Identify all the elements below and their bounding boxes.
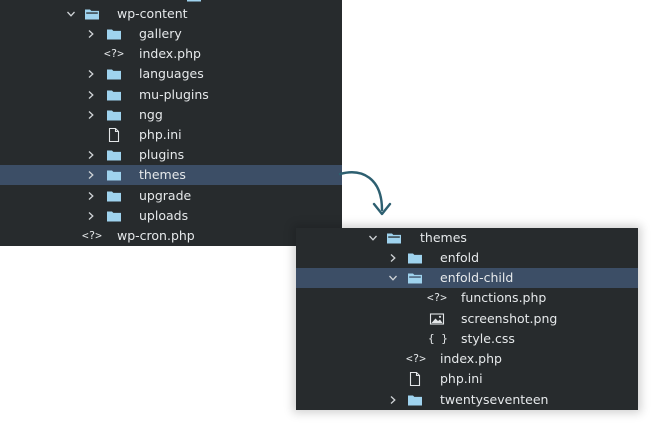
braces-file-icon: { } — [428, 332, 448, 345]
detail-label-screenshot-png: screenshot.png — [461, 311, 558, 326]
tree-row-index-php[interactable]: <?> index.php — [0, 44, 342, 64]
detail-label-enfold-child: enfold-child — [440, 270, 514, 285]
detail-row-functions-php[interactable]: <?> functions.php — [296, 288, 638, 308]
chevron-right-icon[interactable] — [86, 29, 96, 39]
detail-label-style-css: style.css — [461, 331, 515, 346]
detail-row-style-css[interactable]: { } style.css — [296, 329, 638, 349]
tree-label-upgrade: upgrade — [139, 188, 192, 203]
chevron-down-icon[interactable] — [368, 233, 378, 243]
curved-arrow-icon — [338, 171, 392, 216]
detail-row-php-ini[interactable]: php.ini — [296, 369, 638, 389]
tree-label-php-ini: php.ini — [139, 127, 182, 142]
folder-open-icon — [407, 270, 423, 286]
tree-row-upgrade[interactable]: upgrade — [0, 186, 342, 206]
chevron-right-icon[interactable] — [86, 170, 96, 180]
folder-icon — [106, 188, 122, 204]
tree-row-wp-content[interactable]: wp-content — [0, 4, 342, 24]
chevron-right-icon[interactable] — [86, 69, 96, 79]
tree-label-plugins: plugins — [139, 147, 185, 162]
file-tree-panel: wp-content gallery <?> index.php languag… — [0, 0, 342, 246]
chevron-right-icon[interactable] — [86, 150, 96, 160]
screenshot-stage: wp-content gallery <?> index.php languag… — [0, 0, 657, 430]
detail-label-functions-php: functions.php — [461, 290, 547, 305]
tree-row-languages[interactable]: languages — [0, 64, 342, 84]
code-file-icon: <?> — [104, 47, 124, 60]
detail-row-themes[interactable]: themes — [296, 228, 638, 248]
detail-label-themes: themes — [420, 230, 467, 245]
tree-label-ngg: ngg — [139, 107, 163, 122]
folder-icon — [106, 66, 122, 82]
chevron-right-icon[interactable] — [86, 211, 96, 221]
code-file-icon: <?> — [427, 291, 447, 304]
folder-open-icon — [386, 230, 402, 246]
file-icon — [106, 127, 122, 143]
file-icon — [407, 371, 423, 387]
image-file-icon — [429, 311, 445, 327]
tree-row-plugins[interactable]: plugins — [0, 145, 342, 165]
tree-label-wp-cron-php: wp-cron.php — [117, 228, 195, 243]
chevron-down-icon[interactable] — [66, 9, 76, 19]
folder-icon — [106, 26, 122, 42]
tree-label-wp-content: wp-content — [117, 6, 188, 21]
folder-icon — [106, 87, 122, 103]
chevron-right-icon[interactable] — [388, 253, 398, 263]
folder-icon — [106, 208, 122, 224]
tree-row-wp-cron-php[interactable]: <?> wp-cron.php — [0, 226, 342, 246]
chevron-right-icon[interactable] — [86, 90, 96, 100]
detail-label-twentyseventeen: twentyseventeen — [440, 392, 549, 407]
detail-label-index-php: index.php — [440, 351, 502, 366]
chevron-right-icon[interactable] — [86, 110, 96, 120]
themes-detail-panel: themes enfold enfold-child <?> functions… — [296, 228, 638, 410]
tree-row-php-ini[interactable]: php.ini — [0, 125, 342, 145]
tree-label-uploads: uploads — [139, 208, 189, 223]
detail-row-twentyseventeen[interactable]: twentyseventeen — [296, 390, 638, 410]
tree-label-gallery: gallery — [139, 26, 182, 41]
tree-row-ngg[interactable]: ngg — [0, 105, 342, 125]
chevron-right-icon[interactable] — [388, 395, 398, 405]
detail-row-index-php[interactable]: <?> index.php — [296, 349, 638, 369]
folder-icon — [407, 392, 423, 408]
folder-icon — [106, 147, 122, 163]
detail-label-enfold: enfold — [440, 250, 480, 265]
tree-label-mu-plugins: mu-plugins — [139, 87, 209, 102]
code-file-icon: <?> — [82, 229, 102, 242]
detail-row-enfold[interactable]: enfold — [296, 248, 638, 268]
detail-row-screenshot-png[interactable]: screenshot.png — [296, 309, 638, 329]
tree-label-themes: themes — [139, 167, 186, 182]
detail-row-enfold-child[interactable]: enfold-child — [296, 268, 638, 288]
folder-icon — [106, 167, 122, 183]
tree-row-themes[interactable]: themes — [0, 165, 342, 185]
tree-label-index-php: index.php — [139, 46, 201, 61]
tree-row-gallery[interactable]: gallery — [0, 24, 342, 44]
detail-label-php-ini: php.ini — [440, 371, 483, 386]
tree-row-mu-plugins[interactable]: mu-plugins — [0, 85, 342, 105]
tree-row-uploads[interactable]: uploads — [0, 206, 342, 226]
folder-icon — [106, 107, 122, 123]
folder-open-icon — [84, 6, 100, 22]
chevron-right-icon[interactable] — [86, 191, 96, 201]
chevron-down-icon[interactable] — [388, 273, 398, 283]
tree-label-languages: languages — [139, 66, 204, 81]
code-file-icon: <?> — [406, 352, 426, 365]
folder-icon — [407, 250, 423, 266]
